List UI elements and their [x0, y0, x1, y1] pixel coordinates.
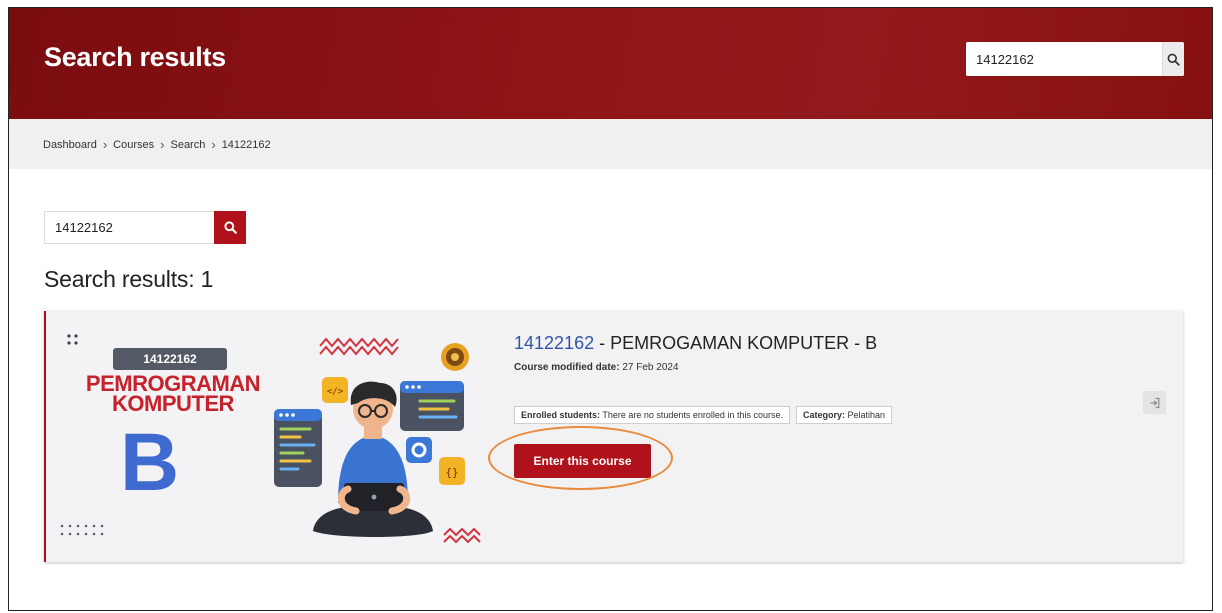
enter-course-icon-button[interactable]: [1143, 391, 1166, 414]
course-name[interactable]: - PEMROGAMAN KOMPUTER - B: [594, 333, 877, 353]
course-image-title-line2: KOMPUTER: [112, 391, 234, 416]
page-frame: Search results Dashboard › Courses › Sea…: [8, 7, 1213, 611]
course-image-section: B: [120, 417, 180, 508]
course-image-badge: 14122162: [113, 348, 227, 370]
breadcrumb-separator-icon: ›: [160, 137, 165, 152]
enter-course-icon: [1150, 397, 1159, 408]
search-icon: [223, 221, 237, 234]
course-image[interactable]: </> {} 14122162 PEMROGRAMAN KOMPUTER B: [48, 313, 484, 560]
header-search-button[interactable]: [1162, 42, 1184, 76]
course-title-link[interactable]: 14122162 - PEMROGAMAN KOMPUTER - B: [514, 333, 877, 354]
course-search-button[interactable]: [214, 211, 246, 244]
course-code[interactable]: 14122162: [514, 333, 594, 353]
course-meta-tags: Enrolled students: There are no students…: [514, 406, 893, 424]
course-search: [44, 211, 246, 244]
svg-text:{}: {}: [445, 466, 458, 479]
enrolled-students-tag: Enrolled students: There are no students…: [514, 406, 790, 424]
course-modified-value: 27 Feb 2024: [622, 362, 679, 373]
results-heading: Search results: 1: [44, 266, 214, 292]
enter-course-button[interactable]: Enter this course: [514, 444, 651, 478]
breadcrumb-separator-icon: ›: [211, 137, 216, 152]
category-value: Pelatihan: [847, 410, 886, 420]
enrolled-students-label: Enrolled students:: [521, 410, 601, 420]
category-tag: Category: Pelatihan: [795, 406, 893, 424]
course-modified-label: Course modified date:: [514, 362, 620, 373]
breadcrumb-item-search[interactable]: Search: [170, 139, 205, 151]
search-icon: [1167, 53, 1180, 66]
svg-text:</>: </>: [327, 387, 344, 397]
page-header: Search results: [9, 8, 1212, 119]
page-title: Search results: [44, 42, 226, 72]
breadcrumb-item-dashboard[interactable]: Dashboard: [43, 139, 97, 151]
course-search-input[interactable]: [44, 211, 214, 244]
enrolled-students-value: There are no students enrolled in this c…: [602, 410, 783, 420]
header-search: [966, 42, 1184, 76]
category-label: Category:: [802, 410, 845, 420]
breadcrumb: Dashboard › Courses › Search › 14122162: [43, 137, 271, 152]
header-search-input[interactable]: [966, 42, 1162, 76]
breadcrumb-item-current: 14122162: [221, 138, 271, 151]
breadcrumb-separator-icon: ›: [102, 137, 108, 152]
course-modified-date: Course modified date: 27 Feb 2024: [514, 362, 679, 373]
course-image-title: PEMROGRAMAN KOMPUTER: [68, 373, 278, 416]
course-card: </> {} 14122162 PEMROGRAMAN KOMPUTER B 1…: [44, 311, 1183, 562]
breadcrumb-item-courses[interactable]: Courses: [113, 139, 154, 151]
